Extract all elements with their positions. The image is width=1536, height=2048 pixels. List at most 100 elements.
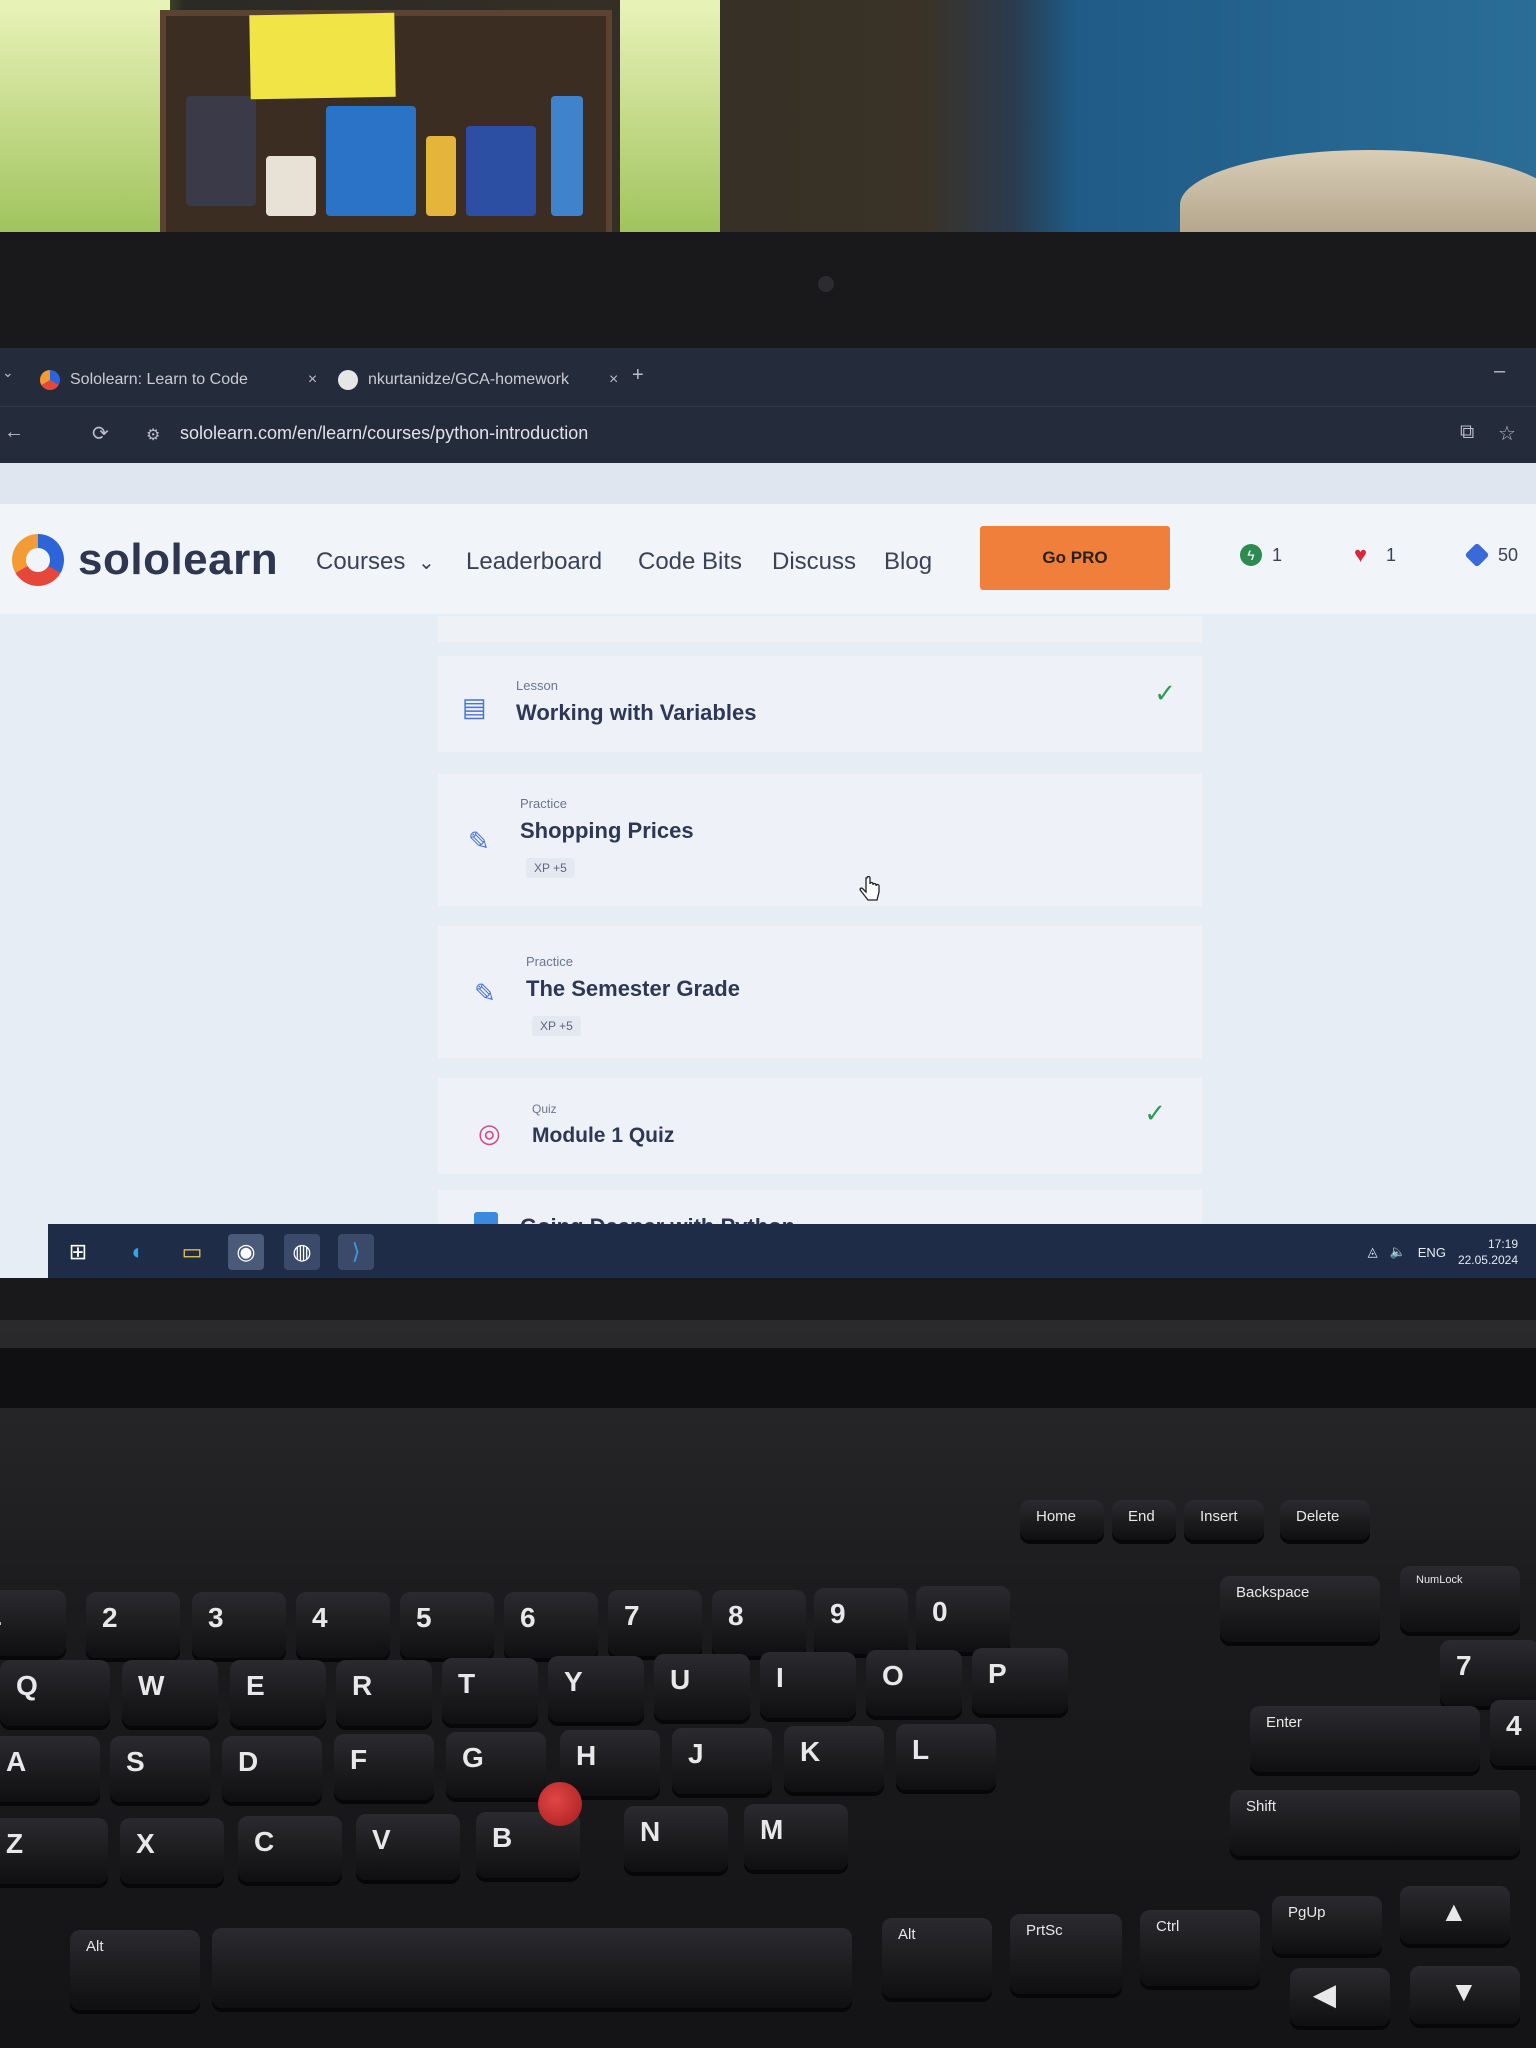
key-v[interactable]: V [356, 1814, 460, 1880]
sololearn-logo-icon [12, 534, 64, 586]
xp-badge: XP +5 [526, 858, 575, 878]
key-f[interactable]: F [334, 1734, 434, 1800]
wifi-icon[interactable]: ◬ [1368, 1244, 1378, 1260]
new-tab-icon[interactable]: + [632, 364, 644, 387]
key-alt-left[interactable]: Alt [70, 1930, 200, 2010]
key-num7[interactable]: 7 [1440, 1640, 1536, 1706]
trackpoint-nub[interactable] [538, 1782, 582, 1826]
tab-github[interactable]: nkurtanidze/GCA-homework × [338, 362, 618, 398]
key-space[interactable] [212, 1928, 852, 2008]
key-enter[interactable]: Enter [1250, 1706, 1480, 1772]
site-info-icon[interactable]: ⚙ [146, 425, 160, 445]
hearts-counter[interactable]: ♥ 1 [1354, 544, 1396, 566]
reload-icon[interactable]: ⟳ [92, 421, 109, 446]
tab-close-icon[interactable]: × [308, 371, 317, 389]
key-s[interactable]: S [110, 1736, 210, 1802]
key-i[interactable]: I [760, 1652, 856, 1718]
file-explorer-icon[interactable]: ▭ [174, 1234, 210, 1270]
key-y[interactable]: Y [548, 1656, 644, 1722]
arrow-left-icon[interactable]: ◀ [1290, 1968, 1390, 2026]
key-ctrl-right[interactable]: Ctrl [1140, 1910, 1260, 1986]
language-indicator[interactable]: ENG [1418, 1245, 1446, 1260]
key-delete[interactable]: Delete [1280, 1500, 1370, 1540]
key-1[interactable]: 1 [0, 1590, 66, 1656]
key-insert[interactable]: Insert [1184, 1500, 1264, 1540]
key-3[interactable]: 3 [192, 1592, 286, 1658]
key-w[interactable]: W [122, 1660, 218, 1726]
chrome-icon[interactable]: ◉ [228, 1234, 264, 1270]
key-7[interactable]: 7 [608, 1590, 702, 1656]
key-e[interactable]: E [230, 1660, 326, 1726]
sololearn-logo[interactable]: sololearn [12, 534, 278, 586]
key-prtsc[interactable]: PrtSc [1010, 1914, 1122, 1994]
key-2[interactable]: 2 [86, 1592, 180, 1658]
key-h[interactable]: H [560, 1730, 660, 1796]
key-alt-right[interactable]: Alt [882, 1918, 992, 1998]
tab-list-icon[interactable]: ⌄ [2, 364, 14, 381]
streak-counter[interactable]: ϟ 1 [1240, 544, 1282, 566]
key-z[interactable]: Z [0, 1818, 108, 1884]
tab-close-icon[interactable]: × [609, 371, 618, 389]
url-field[interactable]: sololearn.com/en/learn/courses/python-in… [180, 423, 588, 444]
key-shift-right[interactable]: Shift [1230, 1790, 1520, 1856]
key-r[interactable]: R [336, 1660, 432, 1726]
practice-card[interactable]: ✎ Practice Shopping Prices XP +5 [438, 774, 1202, 906]
vscode-icon[interactable]: ⟩ [338, 1234, 374, 1270]
chrome-profile-icon[interactable]: ◍ [284, 1234, 320, 1270]
key-c[interactable]: C [238, 1816, 342, 1882]
key-k[interactable]: K [784, 1726, 884, 1792]
minimize-icon[interactable]: – [1494, 360, 1505, 383]
system-tray: ◬ 🔈 ENG 17:19 22.05.2024 [1368, 1236, 1518, 1268]
key-num4[interactable]: 4 [1490, 1700, 1536, 1766]
nav-courses[interactable]: Courses ⌄ [316, 548, 435, 576]
lesson-card[interactable]: ▤ Lesson Working with Variables ✓ [438, 656, 1202, 752]
arrow-down-icon[interactable]: ▼ [1410, 1966, 1520, 2024]
volume-icon[interactable]: 🔈 [1390, 1244, 1406, 1260]
key-pgup[interactable]: PgUp [1272, 1896, 1382, 1954]
back-arrow-icon[interactable]: ← [4, 421, 24, 444]
key-m[interactable]: M [744, 1804, 848, 1870]
nav-code-bits[interactable]: Code Bits [638, 548, 742, 576]
key-n[interactable]: N [624, 1806, 728, 1872]
windows-start-icon[interactable]: ⊞ [60, 1234, 96, 1270]
sololearn-page: sololearn Courses ⌄ Leaderboard Code Bit… [0, 504, 1536, 1278]
quiz-card[interactable]: ◎ Quiz Module 1 Quiz ✓ [438, 1078, 1202, 1174]
arrow-up-icon[interactable]: ▲ [1400, 1886, 1510, 1944]
bookmark-star-icon[interactable]: ☆ [1498, 421, 1516, 446]
translate-icon[interactable]: ⧉ [1460, 421, 1474, 444]
key-9[interactable]: 9 [814, 1588, 908, 1654]
nav-blog[interactable]: Blog [884, 548, 932, 576]
key-p[interactable]: P [972, 1648, 1068, 1714]
key-a[interactable]: A [0, 1736, 100, 1802]
hand-cursor-icon [859, 876, 880, 901]
edge-icon[interactable]: ◐ [120, 1234, 156, 1270]
key-8[interactable]: 8 [712, 1590, 806, 1656]
key-j[interactable]: J [672, 1728, 772, 1794]
key-6[interactable]: 6 [504, 1592, 598, 1658]
key-numlock[interactable]: NumLock [1400, 1566, 1520, 1632]
key-t[interactable]: T [442, 1658, 538, 1724]
key-q[interactable]: Q [0, 1660, 110, 1726]
practice-card[interactable]: ✎ Practice The Semester Grade XP +5 [438, 926, 1202, 1058]
key-x[interactable]: X [120, 1818, 224, 1884]
tab-sololearn[interactable]: Sololearn: Learn to Code × [40, 362, 317, 398]
key-l[interactable]: L [896, 1724, 996, 1790]
key-g[interactable]: G [446, 1732, 546, 1798]
laptop-hinge [0, 1348, 1536, 1408]
key-5[interactable]: 5 [400, 1592, 494, 1658]
nav-leaderboard[interactable]: Leaderboard [466, 548, 602, 576]
key-home[interactable]: Home [1020, 1500, 1104, 1540]
nav-discuss[interactable]: Discuss [772, 548, 856, 576]
go-pro-button[interactable]: Go PRO [980, 526, 1170, 590]
key-d[interactable]: D [222, 1736, 322, 1802]
key-4[interactable]: 4 [296, 1592, 390, 1658]
key-0[interactable]: 0 [916, 1586, 1010, 1652]
key-backspace[interactable]: Backspace [1220, 1576, 1380, 1642]
previous-lesson-card[interactable] [438, 616, 1202, 642]
clock[interactable]: 17:19 22.05.2024 [1458, 1236, 1518, 1268]
site-navbar: sololearn Courses ⌄ Leaderboard Code Bit… [0, 504, 1536, 614]
key-u[interactable]: U [654, 1654, 750, 1720]
key-o[interactable]: O [866, 1650, 962, 1716]
key-end[interactable]: End [1112, 1500, 1176, 1540]
gems-counter[interactable]: 50 [1464, 542, 1518, 568]
